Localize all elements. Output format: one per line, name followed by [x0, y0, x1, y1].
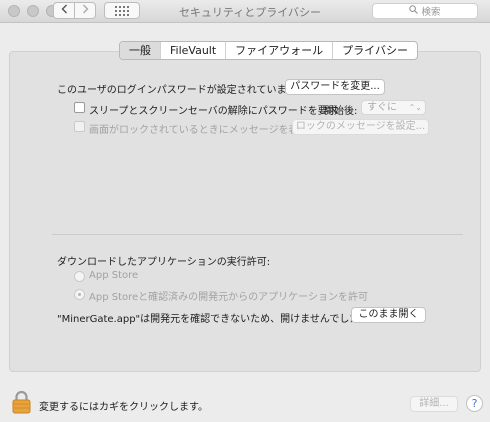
close-window-button[interactable] — [8, 5, 20, 17]
radio-identified-developers-label: App Storeと確認済みの開発元からのアプリケーションを許可 — [89, 292, 368, 303]
require-password-delay-select[interactable]: すぐに ⌃⌄ — [361, 100, 426, 115]
require-password-checkbox[interactable] — [74, 102, 85, 113]
lock-instruction-text: 変更するにはカギをクリックします。 — [39, 402, 208, 413]
title-bar: セキュリティとプライバシー 検索 — [0, 0, 490, 23]
radio-app-store[interactable] — [74, 271, 85, 282]
back-button[interactable] — [53, 2, 75, 19]
chevron-right-icon — [82, 4, 89, 17]
section-divider — [52, 234, 463, 235]
radio-identified-developers[interactable] — [74, 289, 85, 300]
chevron-left-icon — [61, 4, 68, 17]
password-status-label: このユーザのログインパスワードが設定されています — [57, 85, 297, 96]
show-all-button[interactable] — [104, 2, 140, 19]
lock-icon[interactable] — [12, 390, 31, 418]
forward-button[interactable] — [74, 2, 96, 19]
minimize-window-button[interactable] — [27, 5, 39, 17]
advanced-button[interactable]: 詳細... — [410, 396, 458, 412]
select-value: すぐに — [367, 102, 397, 113]
search-placeholder: 検索 — [421, 7, 441, 18]
tab-filevault[interactable]: FileVault — [160, 42, 225, 59]
search-icon — [409, 5, 419, 17]
lock-message-label: 画面がロックされているときにメッセージを表示 — [89, 125, 309, 136]
open-anyway-button[interactable]: このまま開く — [351, 307, 426, 323]
grid-icon — [115, 1, 129, 20]
require-password-label: スリープとスクリーンセーバの解除にパスワードを要求 — [89, 106, 338, 117]
window-title: セキュリティとプライバシー — [178, 6, 322, 19]
change-password-button[interactable]: パスワードを変更... — [285, 79, 385, 95]
after-label: 開始後: — [324, 106, 358, 117]
lock-message-checkbox[interactable] — [74, 121, 85, 132]
tab-bar: 一般 FileVault ファイアウォール プライバシー — [119, 41, 418, 60]
tab-general[interactable]: 一般 — [120, 42, 160, 59]
tab-privacy[interactable]: プライバシー — [332, 42, 417, 59]
chevron-up-down-icon: ⌃⌄ — [408, 103, 422, 112]
allow-apps-heading: ダウンロードしたアプリケーションの実行許可: — [57, 257, 271, 268]
search-field[interactable]: 検索 — [372, 3, 478, 19]
tab-firewall[interactable]: ファイアウォール — [225, 42, 332, 59]
blocked-app-message: "MinerGate.app"は開発元を確認できないため、開けませんでした。 — [57, 314, 370, 325]
help-button[interactable]: ? — [466, 395, 483, 412]
set-lock-message-button[interactable]: ロックのメッセージを設定... — [292, 119, 429, 135]
radio-app-store-label: App Store — [89, 270, 139, 281]
